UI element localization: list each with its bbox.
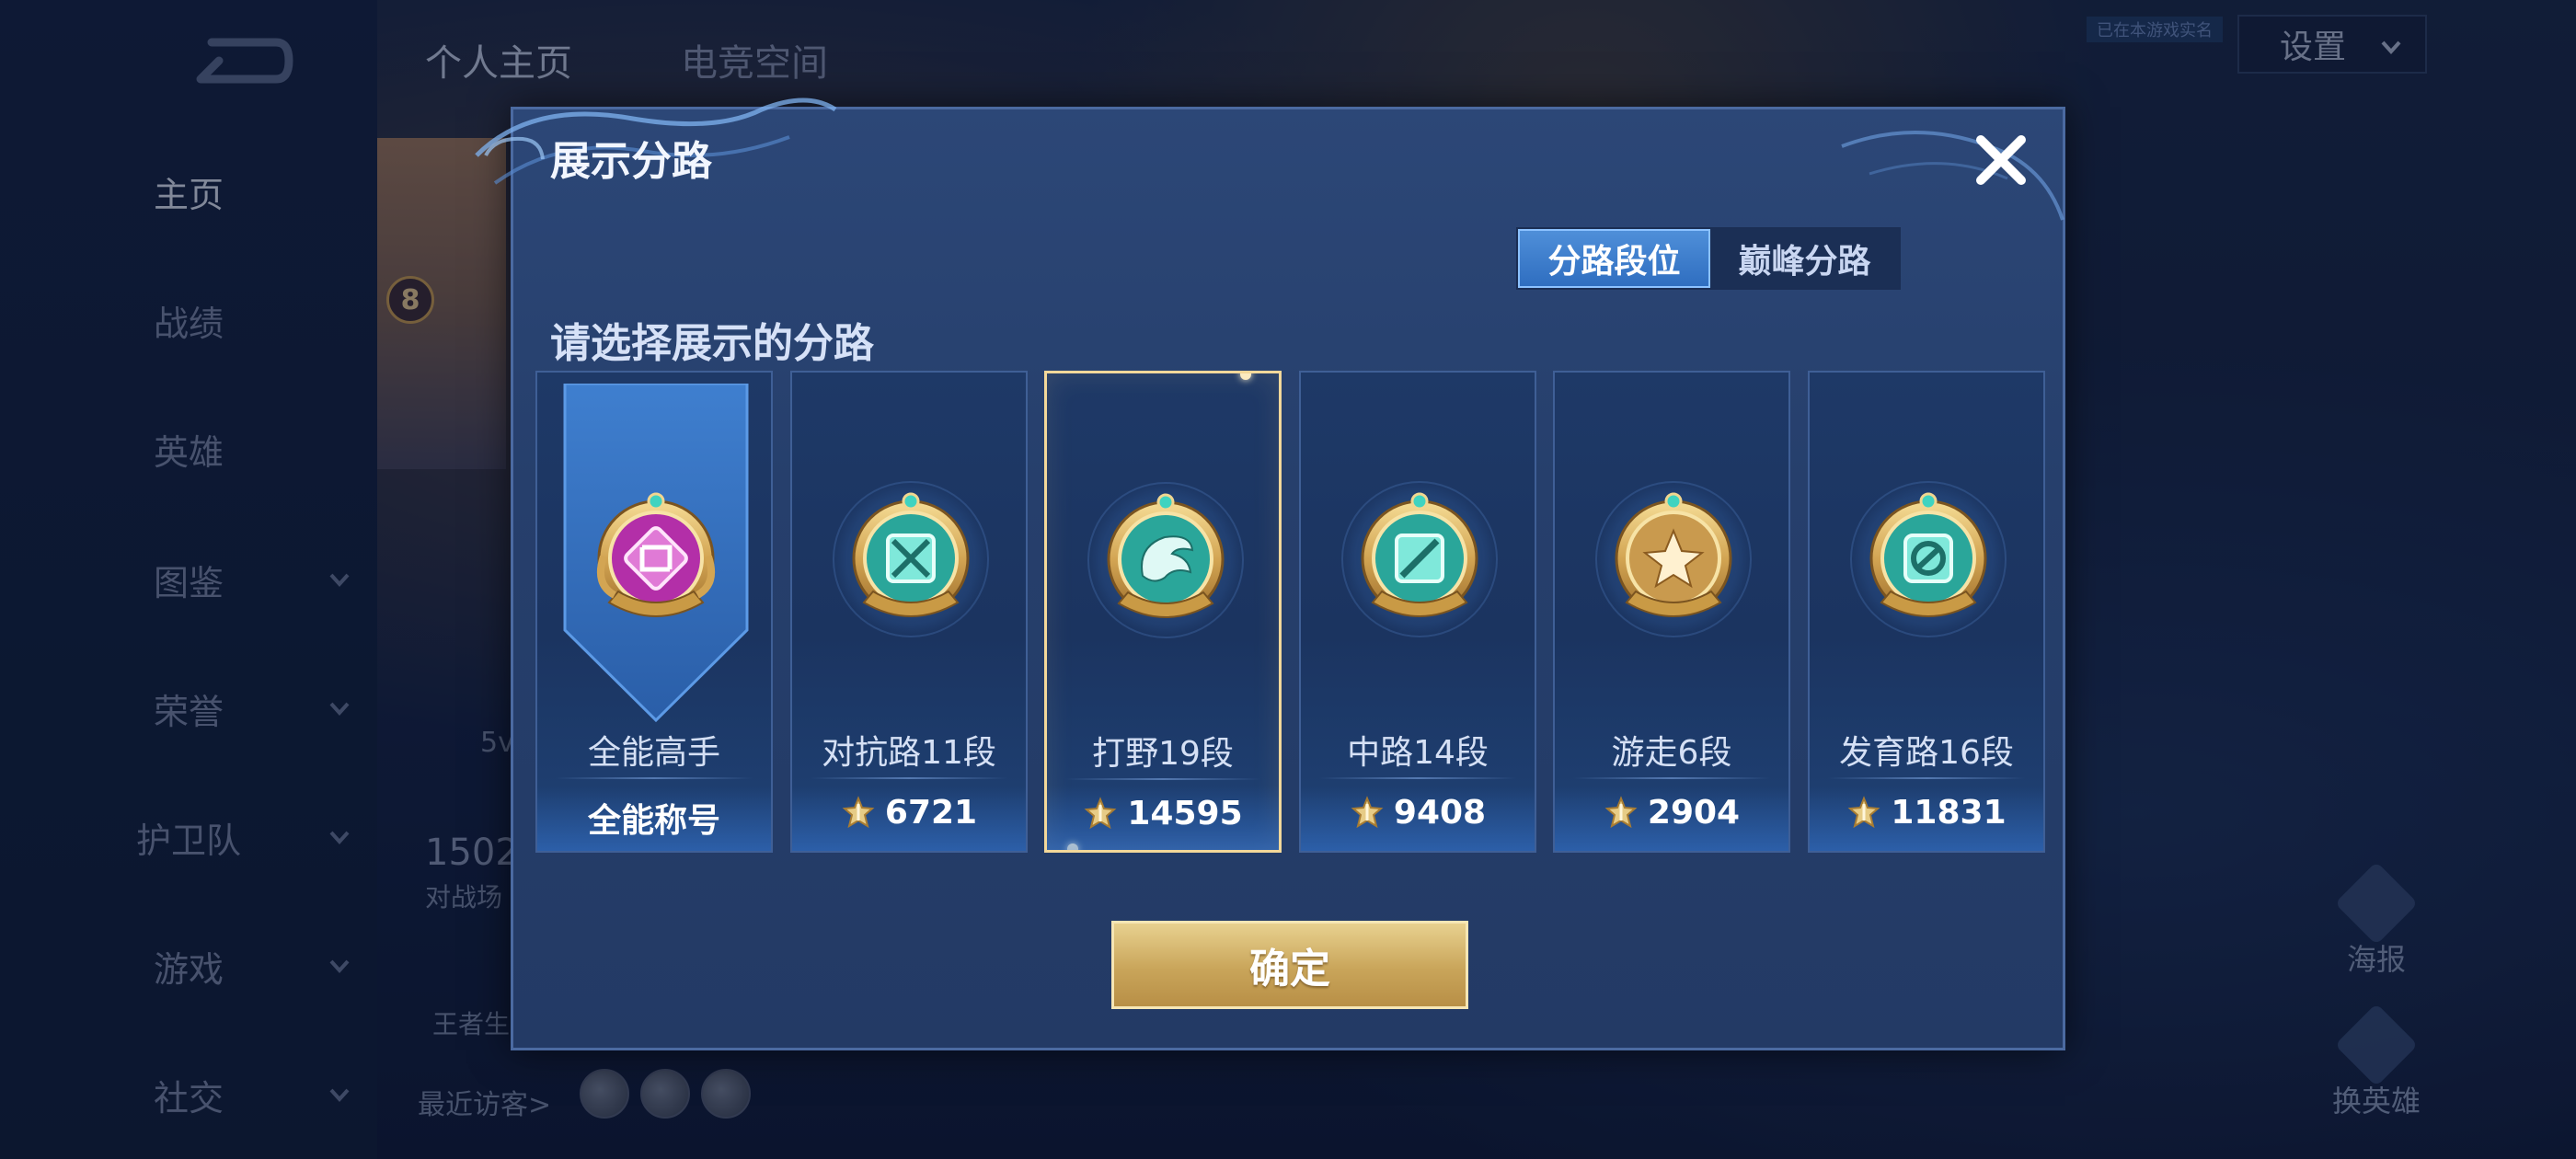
roam-medal-icon (1615, 492, 1732, 617)
lane-card[interactable]: 对抗路11段 6721 (790, 371, 1028, 853)
lane-name: 中路14段 (1347, 734, 1489, 772)
card-divider (811, 777, 1007, 779)
score-icon (1604, 795, 1638, 828)
jungle-medal-icon (1107, 493, 1225, 618)
all-round-medal-icon (597, 492, 715, 617)
lane-score-value: 14595 (1127, 795, 1243, 832)
lane-card[interactable]: 中路14段 9408 (1299, 371, 1536, 853)
lane-card[interactable]: 发育路16段 11831 (1808, 371, 2045, 853)
lane-score: 11831 (1810, 794, 2043, 832)
lane-name: 对抗路11段 (822, 734, 996, 772)
card-divider (1065, 778, 1260, 780)
selection-sparkle (1240, 373, 1251, 380)
lane-name: 发育路16段 (1839, 734, 2014, 772)
lane-score-value: 11831 (1891, 794, 2007, 832)
lane-score: 6721 (792, 794, 1026, 832)
lane-name: 游走6段 (1611, 734, 1732, 772)
farm-medal-icon (1869, 492, 1987, 617)
lane-score-value: 全能称号 (587, 802, 720, 840)
lane-mode-toggle: 分路段位 巅峰分路 (1516, 227, 1901, 290)
lane-score: 9408 (1301, 794, 1535, 832)
close-button[interactable] (1967, 126, 2035, 194)
lane-display-dialog: 展示分路 分路段位 巅峰分路 请选择展示的分路 全能高手 全能称号 对抗路11段… (475, 98, 2065, 1050)
confirm-button[interactable]: 确定 (1111, 921, 1468, 1009)
card-divider (556, 777, 753, 779)
card-divider (1828, 777, 2025, 779)
lane-card-list: 全能高手全能称号 对抗路11段 6721 打野19段 14595 中路14段 9… (535, 371, 2048, 858)
lane-name: 全能高手 (587, 734, 720, 772)
card-divider (1573, 777, 1770, 779)
card-divider (1319, 777, 1516, 779)
mid-medal-icon (1361, 492, 1478, 617)
select-lane-prompt: 请选择展示的分路 (550, 320, 874, 367)
lane-score-value: 9408 (1393, 794, 1487, 832)
lane-name: 打野19段 (1092, 735, 1234, 773)
tab-peak-lane[interactable]: 巅峰分路 (1710, 229, 1899, 288)
score-icon (1847, 795, 1880, 828)
lane-score: 14595 (1047, 795, 1279, 832)
score-icon (842, 795, 875, 828)
tab-lane-rank[interactable]: 分路段位 (1518, 229, 1710, 288)
lane-card[interactable]: 全能高手 全能称号 (535, 371, 773, 853)
selection-sparkle (1067, 843, 1078, 850)
lane-score: 2904 (1555, 794, 1788, 832)
lane-score-value: 6721 (884, 794, 978, 832)
score-icon (1351, 795, 1384, 828)
lane-score: 全能称号 (537, 794, 771, 842)
score-icon (1084, 796, 1117, 829)
dialog-title: 展示分路 (550, 138, 712, 185)
clash-medal-icon (852, 492, 970, 617)
lane-card[interactable]: 打野19段 14595 (1044, 371, 1282, 853)
close-icon (1976, 135, 2026, 185)
lane-score-value: 2904 (1647, 794, 1741, 832)
cloud-ornament (1841, 131, 2064, 221)
lane-card[interactable]: 游走6段 2904 (1553, 371, 1790, 853)
